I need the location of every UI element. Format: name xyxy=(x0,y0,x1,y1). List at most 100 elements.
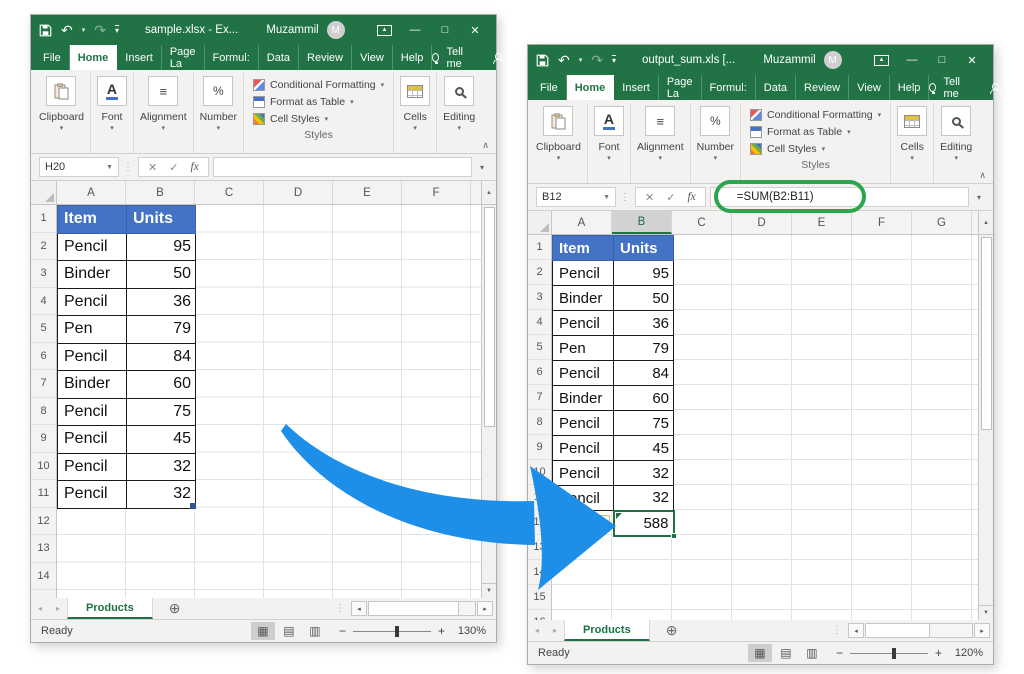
cell[interactable]: Pencil xyxy=(58,288,127,316)
cell[interactable]: 36 xyxy=(127,288,196,316)
scroll-right-icon[interactable]: ▸ xyxy=(974,623,990,638)
cell[interactable]: 95 xyxy=(127,233,196,261)
alignment-group[interactable]: ≡ Alignment ▾ xyxy=(631,103,691,183)
collapse-ribbon-icon[interactable]: ∧ xyxy=(979,170,986,181)
scrollbar-thumb[interactable] xyxy=(866,624,930,637)
cell[interactable]: Pencil xyxy=(58,426,127,454)
vertical-scrollbar[interactable]: ▼ xyxy=(978,235,993,620)
normal-view-icon[interactable]: ▦ xyxy=(748,644,772,662)
number-group[interactable]: % Number ▾ xyxy=(194,73,244,153)
page-break-view-icon[interactable]: ▥ xyxy=(800,644,824,662)
alignment-group[interactable]: ≡ Alignment ▾ xyxy=(134,73,194,153)
scrollbar-thumb[interactable] xyxy=(484,207,495,427)
editing-group[interactable]: Editing ▾ xyxy=(437,73,481,153)
row-header[interactable]: 1 xyxy=(31,205,56,233)
column-header[interactable]: C xyxy=(672,211,732,234)
name-box[interactable]: B12▼ xyxy=(536,187,616,207)
avatar[interactable]: M xyxy=(327,21,345,39)
cell[interactable]: 36 xyxy=(614,311,674,336)
formula-input[interactable]: =SUM(B2:B11) xyxy=(710,187,969,207)
cell[interactable]: 75 xyxy=(127,398,196,426)
cell-styles-button[interactable]: Cell Styles▾ xyxy=(750,140,825,157)
column-header[interactable]: D xyxy=(264,181,333,204)
add-sheet-icon[interactable]: ⊕ xyxy=(666,620,678,641)
enter-icon[interactable]: ✓ xyxy=(169,161,178,174)
account-name[interactable]: Muzammil xyxy=(266,24,318,36)
row-header[interactable]: 13 xyxy=(31,535,56,563)
column-header[interactable]: G xyxy=(912,211,972,234)
scrollbar-thumb[interactable] xyxy=(369,602,459,615)
row-header[interactable]: 10 xyxy=(31,453,56,481)
cells-group[interactable]: Cells ▾ xyxy=(394,73,437,153)
row-header[interactable]: 7 xyxy=(31,370,56,398)
row-header[interactable]: 8 xyxy=(31,398,56,426)
cell[interactable]: 60 xyxy=(614,386,674,411)
page-break-view-icon[interactable]: ▥ xyxy=(303,622,327,640)
header-cell[interactable]: Item xyxy=(553,236,614,261)
conditional-formatting-button[interactable]: Conditional Formatting▾ xyxy=(253,76,384,93)
row-header[interactable]: 6 xyxy=(31,343,56,371)
column-header[interactable]: E xyxy=(333,181,402,204)
column-header[interactable]: E xyxy=(792,211,852,234)
row-header[interactable]: 12 xyxy=(31,508,56,536)
next-sheet-icon[interactable]: ▸ xyxy=(546,620,564,641)
format-as-table-button[interactable]: Format as Table▾ xyxy=(750,123,851,140)
cells-group[interactable]: Cells ▾ xyxy=(891,103,934,183)
enter-icon[interactable]: ✓ xyxy=(666,191,675,204)
scrollbar-thumb[interactable] xyxy=(981,237,992,430)
column-header[interactable]: D xyxy=(732,211,792,234)
scrollbar-track[interactable] xyxy=(865,623,973,638)
tab-view[interactable]: View xyxy=(849,75,890,100)
column-header[interactable]: C xyxy=(195,181,264,204)
row-header[interactable]: 3 xyxy=(528,285,551,310)
cell[interactable]: 32 xyxy=(127,453,196,481)
scroll-up-icon[interactable]: ▲ xyxy=(978,211,993,234)
scroll-up-icon[interactable]: ▲ xyxy=(481,181,496,204)
cell[interactable]: Pencil xyxy=(553,311,614,336)
row-header[interactable]: 2 xyxy=(31,233,56,261)
minimize-button[interactable]: — xyxy=(402,19,428,41)
format-as-table-button[interactable]: Format as Table▾ xyxy=(253,93,354,110)
zoom-slider[interactable] xyxy=(850,653,928,654)
header-cell[interactable]: Units xyxy=(127,206,196,234)
cell[interactable]: 75 xyxy=(614,411,674,436)
zoom-slider[interactable] xyxy=(353,631,431,632)
scrollbar-track[interactable] xyxy=(368,601,476,616)
scroll-down-icon[interactable]: ▼ xyxy=(979,605,993,620)
cell[interactable]: Binder xyxy=(58,261,127,289)
tab-insert[interactable]: Insert xyxy=(614,75,659,100)
cell[interactable]: Pencil xyxy=(58,343,127,371)
normal-view-icon[interactable]: ▦ xyxy=(251,622,275,640)
select-all-corner[interactable] xyxy=(31,181,57,204)
selected-sum-cell[interactable]: 588 xyxy=(614,511,674,537)
row-header[interactable]: 11 xyxy=(31,480,56,508)
column-header[interactable]: F xyxy=(402,181,471,204)
tab-insert[interactable]: Insert xyxy=(117,45,162,70)
tab-help[interactable]: Help xyxy=(393,45,433,70)
cell[interactable]: 79 xyxy=(614,336,674,361)
tab-page-layout[interactable]: Page La xyxy=(659,75,702,100)
fill-handle[interactable] xyxy=(671,533,677,539)
tab-home[interactable]: Home xyxy=(70,45,118,70)
column-header[interactable]: A xyxy=(552,211,612,234)
scroll-right-icon[interactable]: ▸ xyxy=(477,601,493,616)
cell[interactable]: 32 xyxy=(614,461,674,486)
header-cell[interactable]: Units xyxy=(614,236,674,261)
zoom-in-icon[interactable]: + xyxy=(935,646,942,660)
zoom-out-icon[interactable]: − xyxy=(836,646,843,660)
zoom-in-icon[interactable]: + xyxy=(438,624,445,638)
cancel-icon[interactable]: ✕ xyxy=(645,191,654,204)
name-box[interactable]: H20▼ xyxy=(39,157,119,177)
collapse-ribbon-icon[interactable]: ∧ xyxy=(482,140,489,151)
row-header[interactable]: 6 xyxy=(528,360,551,385)
cell[interactable]: Pencil xyxy=(553,361,614,386)
font-group[interactable]: A Font ▾ xyxy=(588,103,631,183)
sheet-tab-products[interactable]: Products xyxy=(564,620,650,641)
insert-function-icon[interactable]: fx xyxy=(687,191,695,203)
ribbon-display-options-icon[interactable]: ▲ xyxy=(874,55,889,66)
page-layout-view-icon[interactable]: ▤ xyxy=(774,644,798,662)
tell-me[interactable]: Tell me xyxy=(943,76,968,100)
cell[interactable]: Pen xyxy=(58,316,127,344)
font-group[interactable]: A Font ▾ xyxy=(91,73,134,153)
select-all-corner[interactable] xyxy=(528,211,552,234)
